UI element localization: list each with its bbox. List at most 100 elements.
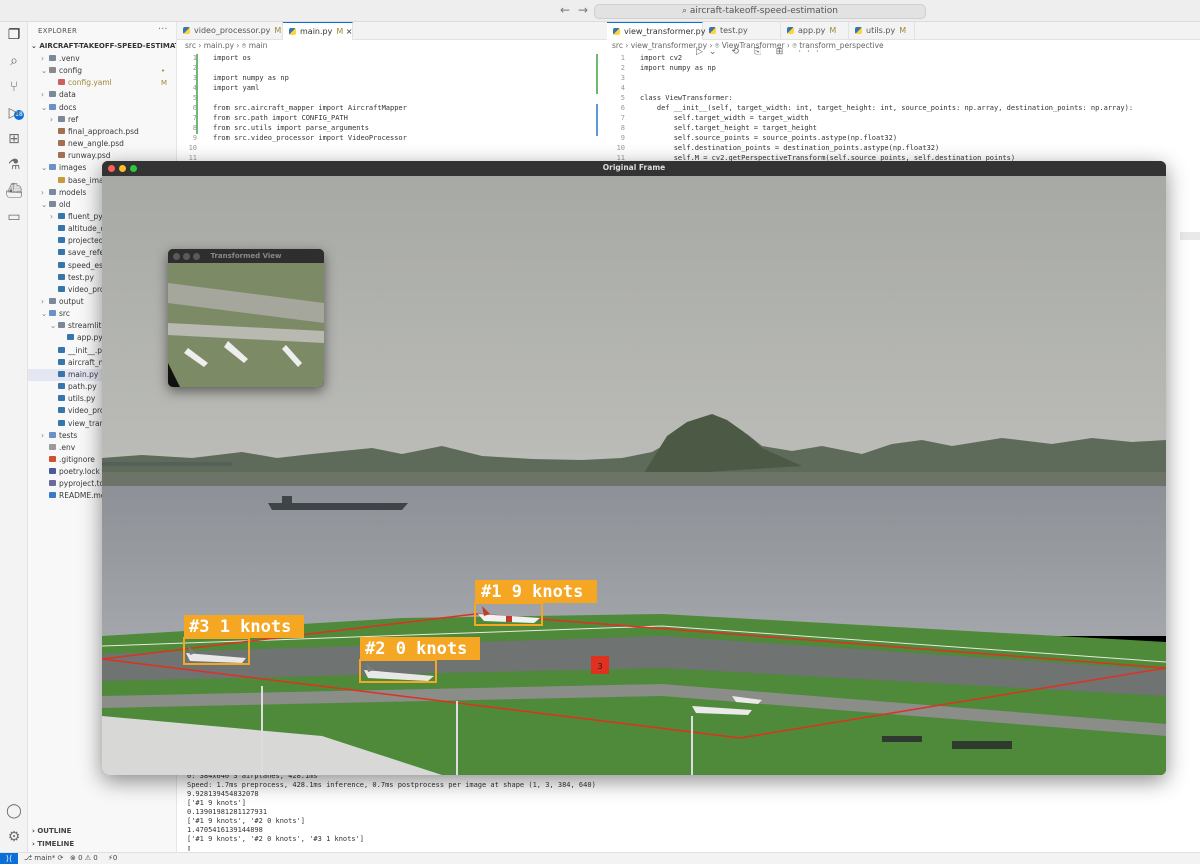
terminal-line: Speed: 1.7ms preprocess, 428.1ms inferen… — [187, 781, 596, 789]
close-window-icon[interactable] — [173, 253, 180, 260]
file-icon — [58, 127, 65, 134]
tree-item-label: runway.psd — [68, 151, 111, 161]
ports-indicator[interactable]: ⚡0 — [108, 853, 117, 864]
command-center-search[interactable]: ⌕ aircraft-takeoff-speed-estimation — [594, 4, 926, 19]
run-debug-icon[interactable]: ▷ — [5, 104, 23, 122]
code-line: import yaml — [213, 84, 260, 92]
docker-icon[interactable]: ⛴ — [5, 182, 23, 200]
timeline-label: TIMELINE — [37, 840, 75, 848]
tab-label: test.py — [720, 26, 748, 35]
scrollbar-thumb[interactable] — [1180, 232, 1200, 240]
chevron-right-icon: › — [41, 187, 44, 197]
git-gutter-added — [596, 54, 598, 94]
problems-indicator[interactable]: ⊗ 0 ⚠ 0 — [70, 853, 98, 864]
tab-video-processor[interactable]: video_processor.py M — [177, 22, 283, 40]
file-icon — [58, 79, 65, 86]
tree-item[interactable]: › data — [28, 89, 176, 101]
code-line: from src.utils import parse_arguments — [213, 124, 369, 132]
detection-label-2: #2 0 knots — [365, 639, 467, 659]
code-line: self.target_width = target_width — [640, 114, 809, 122]
python-file-icon — [183, 27, 190, 34]
source-control-icon[interactable]: ⑂ — [5, 78, 23, 96]
code-right[interactable]: import cv2 import numpy as np class ViewT… — [640, 53, 1133, 163]
more-actions-icon[interactable]: ··· — [158, 24, 168, 35]
close-window-icon[interactable] — [108, 165, 115, 172]
tree-item[interactable]: › .venv — [28, 53, 176, 65]
tree-item[interactable]: new_angle.psd — [28, 138, 176, 150]
activity-bar: ❐ ⌕ ⑂ 18 ▷ ⊞ ⚗ ⛴ ▭ ◯ ⚙ — [0, 22, 28, 852]
window-title-bar[interactable]: Original Frame — [102, 161, 1166, 176]
tree-item-label: .venv — [59, 54, 80, 63]
breadcrumb-left[interactable]: src › main.py › ⌾ main — [185, 41, 267, 51]
terminal-output[interactable]: 0: 384x640 3 airplanes, 428.1ms Speed: 1.… — [187, 772, 596, 853]
file-icon — [58, 176, 65, 183]
back-arrow-icon[interactable]: ← — [560, 3, 570, 17]
workspace-root-label: AIRCRAFT-TAKEOFF-SPEED-ESTIMATION — [39, 42, 176, 50]
minimize-window-icon[interactable] — [183, 253, 190, 260]
settings-gear-icon[interactable]: ⚙ — [5, 828, 23, 846]
tab-status: M — [829, 26, 837, 35]
workspace-root[interactable]: ⌄ AIRCRAFT-TAKEOFF-SPEED-ESTIMATION — [31, 42, 176, 50]
tree-item-label: ref — [68, 114, 79, 124]
tree-item-label: README.md — [59, 491, 106, 501]
tab-app[interactable]: app.py M — [781, 22, 849, 40]
folder-icon — [49, 91, 56, 98]
folder-icon — [49, 55, 56, 61]
tab-view-transformer[interactable]: view_transformer.pyU — [607, 22, 715, 40]
folder-icon — [49, 200, 56, 207]
branch-indicator[interactable]: ⎇ main* ⟳ — [24, 853, 63, 864]
breadcrumb-right[interactable]: src › view_transformer.py › ⌾ ViewTransf… — [612, 41, 884, 51]
folder-icon — [49, 310, 56, 317]
code-line: import os — [213, 54, 251, 62]
files-icon[interactable]: ❐ — [5, 26, 23, 44]
remote-indicator[interactable]: ⟩⟨ — [0, 853, 18, 864]
code-line: from src.path import CONFIG_PATH — [213, 114, 348, 122]
tab-utils[interactable]: utils.py M — [849, 22, 915, 40]
tree-item-label: images — [59, 163, 87, 173]
zoom-window-icon[interactable] — [130, 165, 137, 172]
transformed-view-window[interactable]: Transformed View — [168, 249, 324, 387]
tree-item[interactable]: ⌄ config • — [28, 65, 176, 77]
tab-main[interactable]: main.py M × — [283, 22, 353, 40]
forward-arrow-icon[interactable]: → — [578, 3, 588, 17]
tree-item-label: data — [59, 90, 76, 100]
close-icon[interactable]: × — [346, 27, 353, 36]
tree-item[interactable]: final_approach.psd — [28, 126, 176, 138]
python-file-icon — [855, 27, 862, 34]
outline-section[interactable]: › OUTLINE — [32, 827, 71, 835]
remote-explorer-icon[interactable]: ▭ — [5, 208, 23, 226]
zoom-window-icon[interactable] — [193, 253, 200, 260]
tree-item[interactable]: config.yaml M — [28, 77, 176, 89]
tree-item-label: docs — [59, 102, 77, 112]
terminal-line: 9.928139454832078 — [187, 790, 259, 798]
file-icon — [58, 152, 65, 159]
terminal-line: ['#1 9 knots', '#2 0 knots', '#3 1 knots… — [187, 835, 365, 843]
search-icon[interactable]: ⌕ — [5, 52, 23, 70]
window-title-bar[interactable]: Transformed View — [168, 249, 324, 263]
runway-region-label: 3 — [597, 662, 602, 671]
file-icon — [49, 468, 56, 475]
tab-test[interactable]: test.py — [703, 22, 781, 40]
chevron-right-icon: › — [50, 114, 53, 124]
tree-item[interactable]: › ref — [28, 114, 176, 126]
code-line: def __init__(self, target_width: int, ta… — [640, 104, 1134, 112]
tree-item-label: config.yaml — [68, 78, 112, 88]
minimize-window-icon[interactable] — [119, 165, 126, 172]
code-left[interactable]: import os import numpy as np import yaml … — [213, 53, 407, 163]
tree-item-label: test.py — [68, 272, 94, 282]
testing-icon[interactable]: ⚗ — [5, 156, 23, 174]
outline-label: OUTLINE — [37, 827, 72, 835]
file-icon — [58, 140, 65, 147]
tree-item[interactable]: ⌄ docs — [28, 102, 176, 114]
timeline-section[interactable]: › TIMELINE — [32, 840, 74, 848]
extensions-icon[interactable]: ⊞ — [5, 130, 23, 148]
code-line: import numpy as np — [640, 64, 716, 72]
tab-status: M — [336, 27, 344, 36]
git-status-marker: • — [161, 67, 166, 76]
account-icon[interactable]: ◯ — [5, 802, 23, 820]
tree-item-label: new_angle.psd — [68, 139, 124, 149]
terminal-line: ['#1 9 knots'] — [187, 799, 247, 807]
